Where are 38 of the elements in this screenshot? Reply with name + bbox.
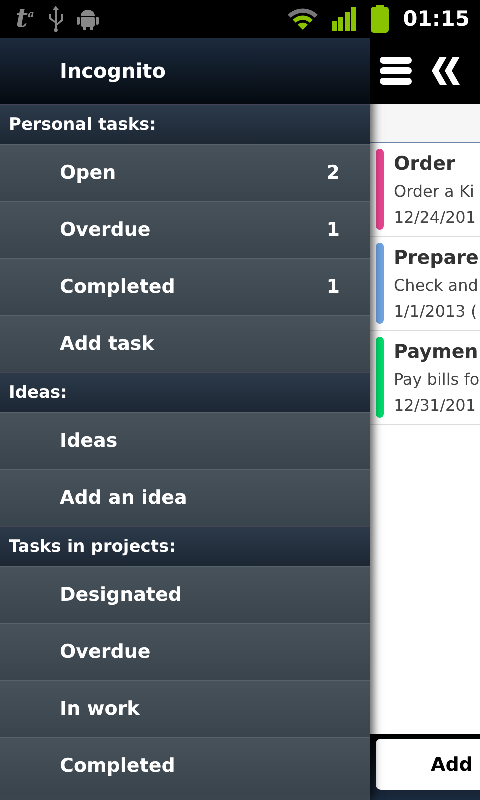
- task-title: Prepare: [394, 246, 479, 271]
- task-date: 12/24/201: [394, 207, 476, 229]
- section-header: Ideas:: [0, 372, 370, 412]
- task-description: Check and: [394, 275, 479, 297]
- task-description: Pay bills fo: [394, 369, 480, 391]
- drawer-item[interactable]: Add task: [0, 315, 370, 372]
- drawer-item[interactable]: Completed 1: [0, 258, 370, 315]
- drawer-item[interactable]: Designated: [0, 566, 370, 623]
- task-date: 12/31/201: [394, 395, 478, 417]
- usb-icon: [48, 6, 62, 32]
- section-header: Personal tasks:: [0, 104, 370, 144]
- task-description: Order a Ki: [394, 181, 476, 203]
- count-label: 2: [326, 162, 340, 184]
- clock-time: 01:15: [403, 7, 470, 31]
- count-label: 1: [326, 276, 340, 298]
- drawer-item[interactable]: Open 2: [0, 144, 370, 201]
- menu-icon[interactable]: [380, 57, 412, 85]
- task-title: Order: [394, 152, 456, 177]
- section-header: Tasks in projects:: [0, 526, 370, 566]
- drawer-item[interactable]: Completed: [0, 737, 370, 794]
- count-label: 1: [326, 219, 340, 241]
- add-button[interactable]: Add: [376, 739, 480, 790]
- task-card[interactable]: Prepare Check and 1/1/2013 (: [370, 237, 480, 331]
- wifi-icon: [288, 8, 318, 30]
- drawer-title: Incognito: [0, 38, 370, 104]
- app-glyph: t$^{a}$: [16, 6, 34, 32]
- robot-icon: [76, 8, 98, 30]
- task-date: 1/1/2013 (: [394, 301, 478, 323]
- drawer-item[interactable]: Add an idea: [0, 469, 370, 526]
- task-title: Paymen: [394, 340, 480, 365]
- task-card[interactable]: Order Order a Ki 12/24/201: [370, 143, 480, 237]
- drawer-item[interactable]: Ideas: [0, 412, 370, 469]
- task-card[interactable]: Paymen Pay bills fo 12/31/201: [370, 331, 480, 425]
- drawer-item[interactable]: Overdue: [0, 623, 370, 680]
- battery-icon: [371, 5, 390, 33]
- drawer-item[interactable]: In work: [0, 680, 370, 737]
- drawer-item[interactable]: Overdue 1: [0, 201, 370, 258]
- signal-icon: [332, 7, 358, 31]
